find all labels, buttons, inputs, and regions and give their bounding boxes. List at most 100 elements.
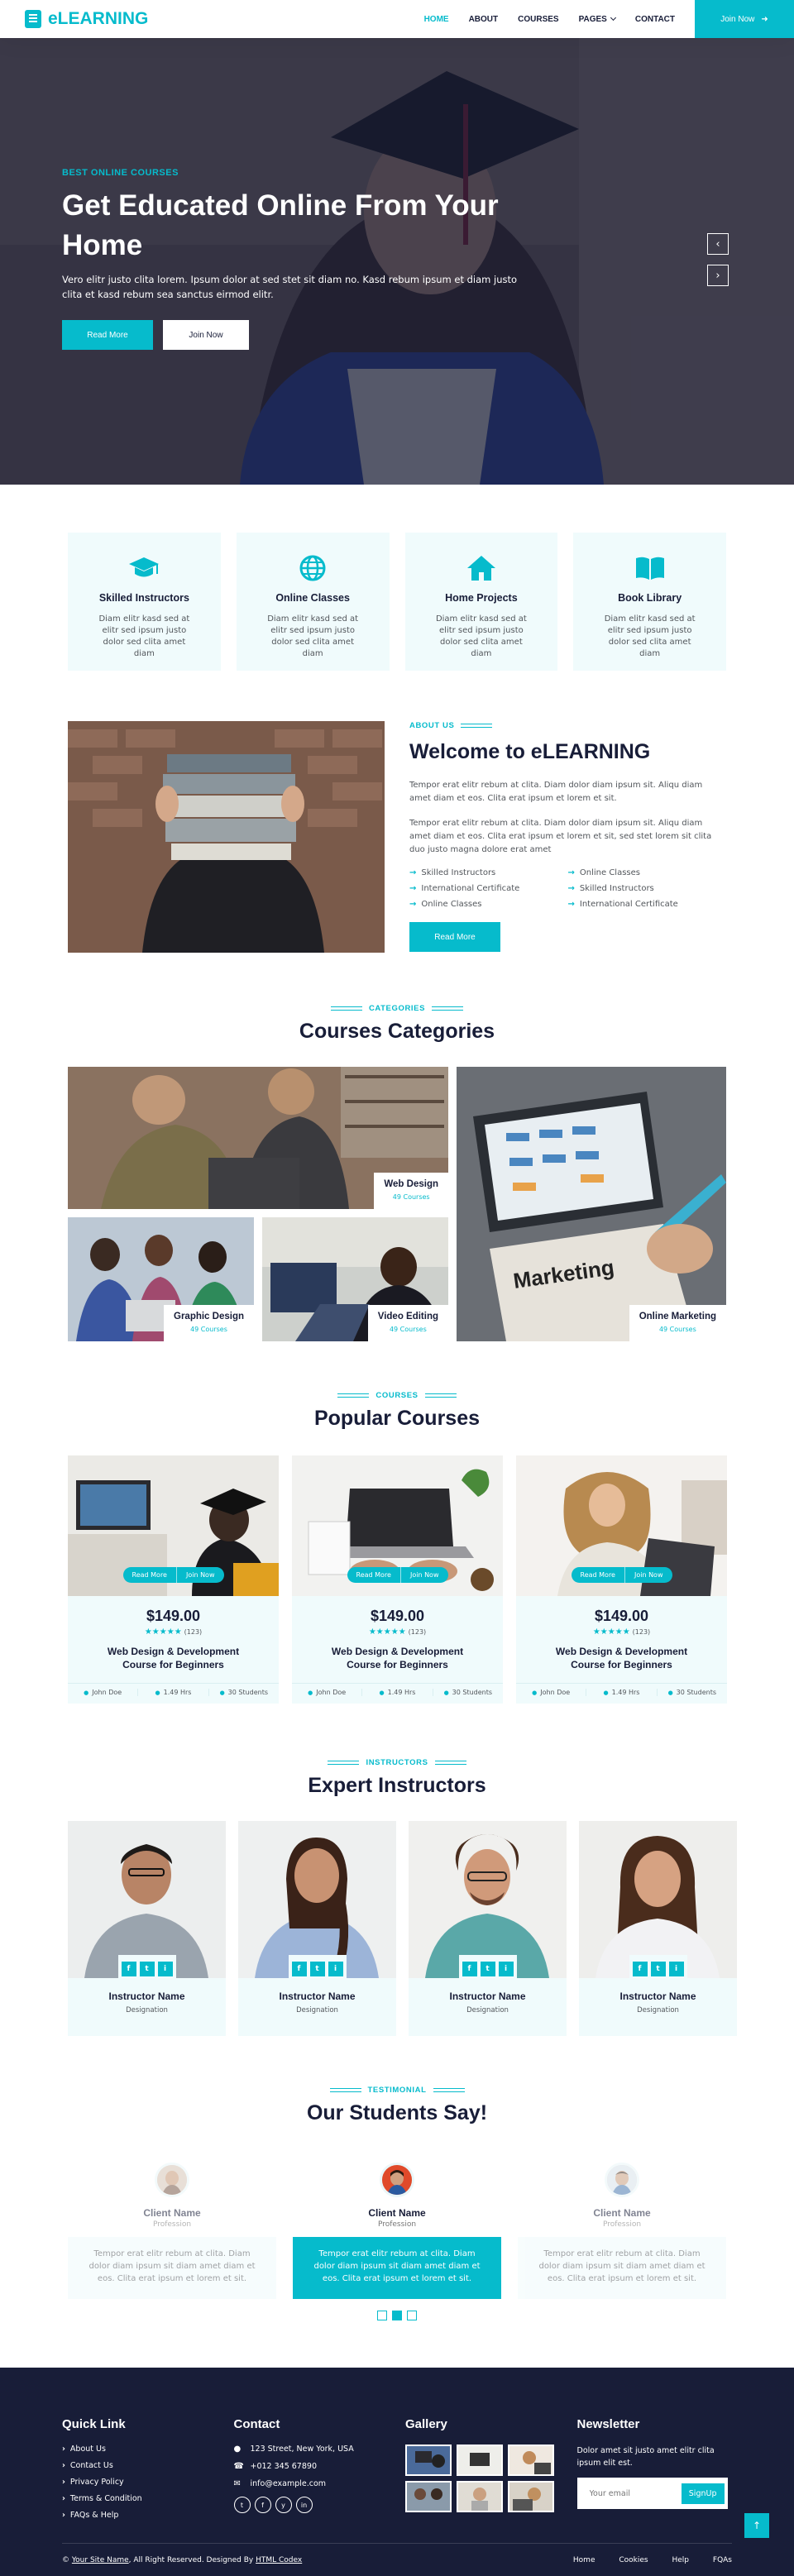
feature-item: Skilled Instructors: [568, 884, 727, 893]
instagram-icon[interactable]: i: [157, 1962, 173, 1976]
facebook-icon[interactable]: f: [632, 1962, 648, 1976]
nav-contact[interactable]: CONTACT: [635, 15, 675, 24]
course-join-now-button[interactable]: Join Now: [176, 1567, 224, 1583]
twitter-icon[interactable]: t: [650, 1962, 666, 1976]
facebook-icon[interactable]: f: [254, 2497, 271, 2513]
instagram-icon[interactable]: i: [498, 1962, 514, 1976]
social-links: fti: [288, 1955, 347, 1978]
course-read-more-button[interactable]: Read More: [571, 1567, 625, 1583]
twitter-icon[interactable]: t: [233, 2497, 251, 2513]
youtube-icon[interactable]: y: [275, 2497, 292, 2513]
hero-read-more-button[interactable]: Read More: [62, 320, 153, 350]
team-member-card: fti Instructor Name Designation: [579, 1821, 737, 2036]
course-join-now-button[interactable]: Join Now: [400, 1567, 448, 1583]
footer-gallery: Gallery: [405, 2417, 561, 2527]
hero-join-now-button[interactable]: Join Now: [163, 320, 249, 350]
footer-menu-cookies[interactable]: Cookies: [619, 2556, 648, 2564]
carousel-dot[interactable]: [407, 2311, 417, 2320]
about-read-more-button[interactable]: Read More: [409, 922, 500, 952]
facebook-icon[interactable]: f: [291, 1962, 307, 1976]
brand-logo[interactable]: eLEARNING: [25, 9, 424, 29]
footer-menu: Home Cookies Help FQAs: [552, 2556, 732, 2564]
feature-item: Online Classes: [409, 900, 568, 909]
gallery-thumbnail[interactable]: [457, 2481, 503, 2512]
course-students: 30 Students: [658, 1689, 727, 1696]
instagram-icon[interactable]: i: [668, 1962, 684, 1976]
testimonial-text: Tempor erat elitr rebum at clita. Diam d…: [293, 2237, 501, 2299]
footer-link[interactable]: FAQs & Help: [62, 2511, 218, 2520]
navbar: eLEARNING HOME ABOUT COURSES PAGES CONTA…: [0, 0, 794, 38]
gallery-thumbnail[interactable]: [508, 2481, 554, 2512]
join-now-button[interactable]: Join Now ➜: [695, 0, 794, 38]
category-video-editing[interactable]: Video Editing 49 Courses: [262, 1217, 448, 1341]
footer-menu-help[interactable]: Help: [672, 2556, 689, 2564]
footer-menu-faqs[interactable]: FQAs: [713, 2556, 732, 2564]
footer-newsletter-title: Newsletter: [576, 2417, 640, 2431]
nav-home[interactable]: HOME: [424, 15, 449, 24]
envelope-icon: ✉: [233, 2479, 241, 2488]
twitter-icon[interactable]: t: [139, 1962, 155, 1976]
category-count: 49 Courses: [658, 1326, 696, 1333]
service-text: Diam elitr kasd sed at elitr sed ipsum j…: [604, 614, 696, 658]
about-title: Welcome to eLEARNING: [409, 740, 726, 764]
category-online-marketing[interactable]: Marketing Online Marketing 49 Courses: [457, 1067, 726, 1341]
carousel-prev-button[interactable]: ‹: [707, 233, 729, 255]
nav-about[interactable]: ABOUT: [469, 15, 499, 24]
designer-link[interactable]: HTML Codex: [256, 2556, 302, 2564]
twitter-icon[interactable]: t: [309, 1962, 325, 1976]
carousel-next-button[interactable]: ›: [707, 265, 729, 286]
linkedin-icon[interactable]: in: [295, 2497, 313, 2513]
nav-menu: HOME ABOUT COURSES PAGES CONTACT: [424, 0, 695, 38]
instructor-designation: Designation: [296, 2006, 338, 2014]
course-students: 30 Students: [433, 1689, 503, 1696]
category-graphic-design[interactable]: Graphic Design 49 Courses: [68, 1217, 254, 1341]
gallery-thumbnail[interactable]: [457, 2445, 503, 2476]
newsletter-email-input[interactable]: [589, 2488, 672, 2498]
gallery-thumbnail[interactable]: [405, 2481, 452, 2512]
carousel-dot[interactable]: [377, 2311, 387, 2320]
facebook-icon[interactable]: f: [462, 1962, 477, 1976]
instructor-designation: Designation: [126, 2006, 168, 2014]
twitter-icon[interactable]: t: [480, 1962, 495, 1976]
footer-link[interactable]: Contact Us: [62, 2461, 218, 2470]
nav-pages-dropdown[interactable]: PAGES: [579, 15, 615, 24]
instructor-photo: fti: [68, 1821, 226, 1978]
gallery-thumbnail[interactable]: [508, 2445, 554, 2476]
category-web-design[interactable]: Web Design 49 Courses: [68, 1067, 448, 1209]
instructor-name: Instructor Name: [279, 1991, 356, 2002]
instagram-icon[interactable]: i: [328, 1962, 343, 1976]
footer-link[interactable]: Privacy Policy: [62, 2478, 218, 2487]
about-image: [68, 721, 385, 953]
course-price: $149.00: [370, 1608, 425, 1624]
footer-link[interactable]: About Us: [62, 2445, 218, 2454]
copyright-text: , All Right Reserved. Designed By: [128, 2555, 256, 2564]
courses-title: Popular Courses: [313, 1407, 481, 1430]
site-name-link[interactable]: Your Site Name: [72, 2556, 129, 2564]
rating-stars: ★★★★★ (123): [516, 1627, 727, 1637]
testimonial-carousel: Client Name Profession Tempor erat elitr…: [0, 2163, 794, 2299]
hero-text: Vero elitr justo clita lorem. Ipsum dolo…: [62, 274, 518, 300]
feature-item: Online Classes: [568, 868, 727, 877]
course-read-more-button[interactable]: Read More: [122, 1567, 177, 1583]
courses-kicker-label: COURSES: [375, 1391, 419, 1400]
testimonial-text: Tempor erat elitr rebum at clita. Diam d…: [518, 2237, 726, 2299]
about-paragraph-1: Tempor erat elitr rebum at clita. Diam d…: [409, 781, 703, 803]
course-join-now-button[interactable]: Join Now: [624, 1567, 672, 1583]
newsletter-signup-button[interactable]: SignUp: [681, 2483, 725, 2504]
category-image: Marketing: [457, 1067, 726, 1341]
testimonial-item: Client Name Profession Tempor erat elitr…: [68, 2163, 276, 2299]
category-name: Graphic Design: [174, 1312, 244, 1321]
categories-kicker: CATEGORIES: [0, 1004, 794, 1013]
course-students: 30 Students: [209, 1689, 279, 1696]
category-label: Video Editing 49 Courses: [367, 1305, 448, 1341]
footer-link[interactable]: Terms & Condition: [62, 2494, 218, 2503]
back-to-top-button[interactable]: ↑: [744, 2513, 769, 2538]
nav-courses[interactable]: COURSES: [518, 15, 558, 24]
courses-list: Read More Join Now $149.00 ★★★★★ (123) Web…: [0, 1455, 794, 1704]
footer-menu-home[interactable]: Home: [573, 2556, 596, 2564]
gallery-thumbnail[interactable]: [405, 2445, 452, 2476]
course-read-more-button[interactable]: Read More: [347, 1567, 401, 1583]
contact-email-row: ✉ info@example.com: [234, 2479, 390, 2488]
carousel-dot-active[interactable]: [392, 2311, 402, 2320]
facebook-icon[interactable]: f: [121, 1962, 136, 1976]
